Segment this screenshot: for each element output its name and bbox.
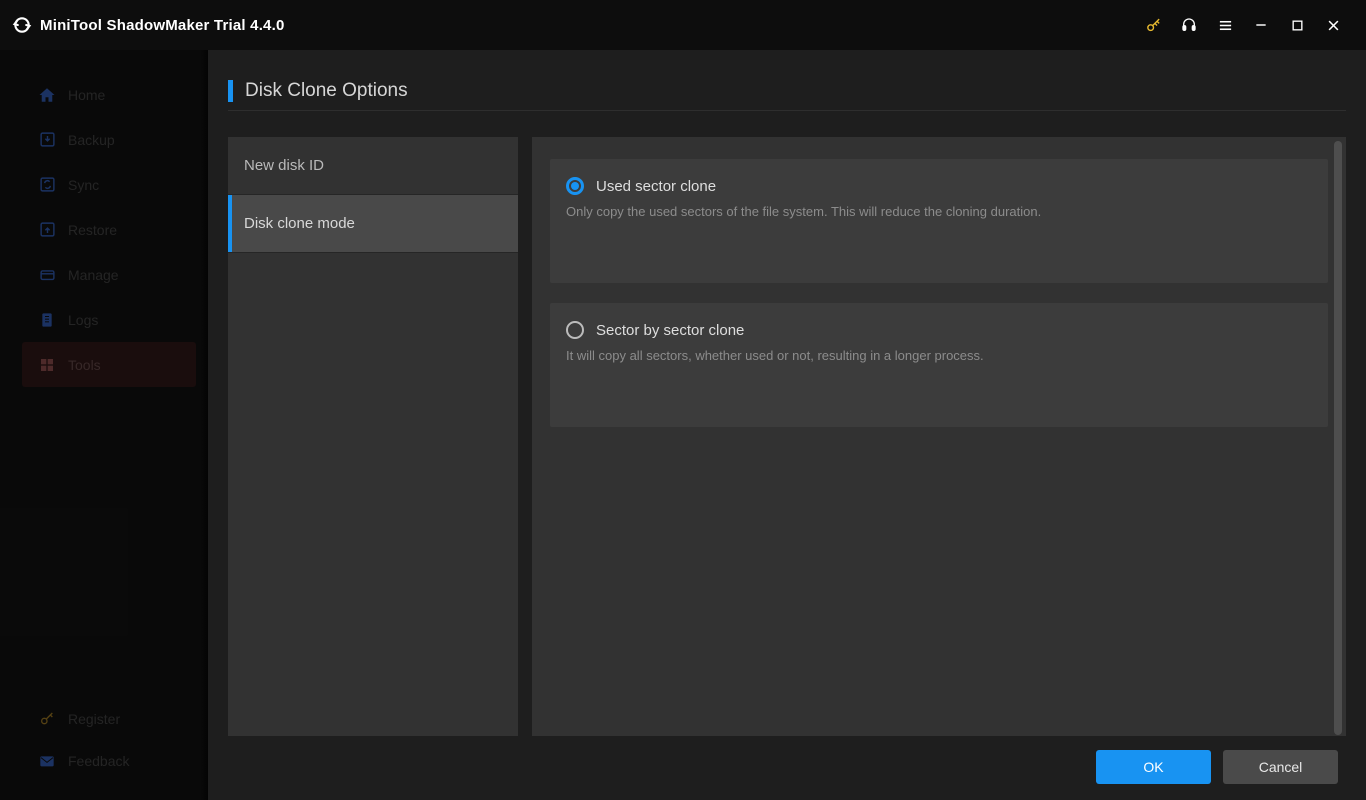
sidebar-item-label: Sync — [68, 177, 99, 193]
sync-icon — [38, 176, 56, 194]
sidebar-item-manage[interactable]: Manage — [22, 252, 196, 297]
restore-icon — [38, 221, 56, 239]
backup-icon — [38, 131, 56, 149]
dialog-footer: OK Cancel — [228, 736, 1346, 784]
radio-selected-icon[interactable] — [566, 177, 584, 195]
mode-desc: Only copy the used sectors of the file s… — [566, 203, 1312, 221]
sidebar-item-label: Restore — [68, 222, 117, 238]
option-tab-label: Disk clone mode — [244, 215, 355, 232]
sidebar-item-tools[interactable]: Tools — [22, 342, 196, 387]
mode-panel: Used sector clone Only copy the used sec… — [532, 137, 1346, 736]
sidebar-item-label: Backup — [68, 132, 115, 148]
minimize-icon[interactable] — [1246, 10, 1276, 40]
sidebar-item-restore[interactable]: Restore — [22, 207, 196, 252]
cancel-button[interactable]: Cancel — [1223, 750, 1338, 784]
mode-desc: It will copy all sectors, whether used o… — [566, 347, 1312, 365]
menu-icon[interactable] — [1210, 10, 1240, 40]
register-icon — [38, 710, 56, 728]
title-bar: MiniTool ShadowMaker Trial 4.4.0 — [0, 0, 1366, 50]
sidebar-item-feedback[interactable]: Feedback — [22, 740, 196, 782]
manage-icon — [38, 266, 56, 284]
maximize-icon[interactable] — [1282, 10, 1312, 40]
option-tab-label: New disk ID — [244, 157, 324, 174]
support-icon[interactable] — [1174, 10, 1204, 40]
mode-label: Sector by sector clone — [596, 322, 744, 339]
sidebar-item-label: Feedback — [68, 753, 129, 769]
mode-label: Used sector clone — [596, 178, 716, 195]
option-tab-disk-clone-mode[interactable]: Disk clone mode — [228, 195, 518, 253]
sidebar-item-home[interactable]: Home — [22, 72, 196, 117]
logs-icon — [38, 311, 56, 329]
page-title: Disk Clone Options — [245, 80, 408, 102]
register-key-icon[interactable] — [1138, 10, 1168, 40]
sidebar-item-register[interactable]: Register — [22, 698, 196, 740]
sidebar-item-sync[interactable]: Sync — [22, 162, 196, 207]
sidebar-item-label: Register — [68, 711, 120, 727]
ok-button[interactable]: OK — [1096, 750, 1211, 784]
tools-icon — [38, 356, 56, 374]
sidebar-item-logs[interactable]: Logs — [22, 297, 196, 342]
mode-option-used-sector[interactable]: Used sector clone Only copy the used sec… — [550, 159, 1328, 283]
sidebar: Home Backup Sync Restore — [0, 50, 208, 800]
sidebar-item-label: Tools — [68, 357, 101, 373]
option-tab-new-disk-id[interactable]: New disk ID — [228, 137, 518, 195]
radio-unselected-icon[interactable] — [566, 321, 584, 339]
mode-option-sector-by-sector[interactable]: Sector by sector clone It will copy all … — [550, 303, 1328, 427]
home-icon — [38, 86, 56, 104]
scrollbar[interactable] — [1334, 141, 1342, 735]
app-title: MiniTool ShadowMaker Trial 4.4.0 — [40, 17, 285, 34]
app-logo-icon — [12, 15, 32, 35]
option-list: New disk ID Disk clone mode — [228, 137, 518, 736]
sidebar-item-label: Logs — [68, 312, 98, 328]
close-icon[interactable] — [1318, 10, 1348, 40]
content-area: Disk Clone Options New disk ID Disk clon… — [208, 50, 1366, 800]
title-accent — [228, 80, 233, 102]
feedback-icon — [38, 752, 56, 770]
sidebar-item-backup[interactable]: Backup — [22, 117, 196, 162]
sidebar-item-label: Home — [68, 87, 105, 103]
sidebar-item-label: Manage — [68, 267, 119, 283]
